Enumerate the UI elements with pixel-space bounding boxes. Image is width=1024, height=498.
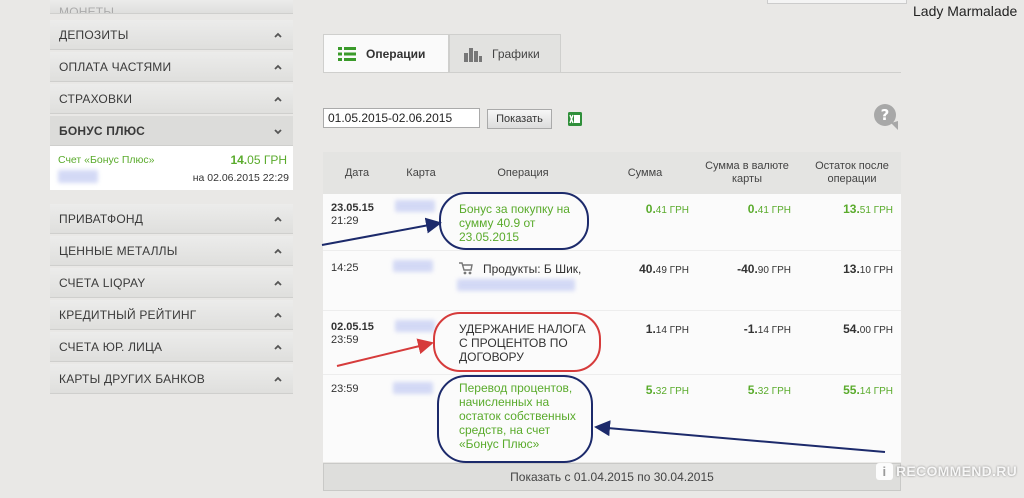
- row-sum: 1.14 ГРН: [645, 322, 689, 336]
- chevron-up-icon: [274, 248, 282, 254]
- column-header-sum: Сумма: [627, 167, 663, 179]
- tabs-divider: [323, 72, 901, 73]
- shopping-cart-icon: [459, 262, 473, 275]
- sidebar-item-label: ДЕПОЗИТЫ: [59, 27, 129, 42]
- operation-description: УДЕРЖАНИЕ НАЛОГА С ПРОЦЕНТОВ ПО ДОГОВОРУ: [459, 322, 586, 364]
- sidebar-item-label: ПРИВАТФОНД: [59, 211, 144, 226]
- sidebar-item-credit-rating[interactable]: КРЕДИТНЫЙ РЕЙТИНГ: [50, 300, 293, 330]
- username[interactable]: Lady Marmalade: [913, 3, 1017, 19]
- sidebar-item-label: КРЕДИТНЫЙ РЕЙТИНГ: [59, 307, 197, 322]
- row-balance: 55.14 ГРН: [843, 383, 893, 397]
- row-divider: [323, 374, 901, 375]
- sidebar-item-label: ЦЕННЫЕ МЕТАЛЛЫ: [59, 243, 178, 258]
- row-sum-card-currency: 0.41 ГРН: [747, 202, 791, 216]
- sidebar-item-legal-entity[interactable]: СЧЕТА ЮР. ЛИЦА: [50, 332, 293, 362]
- row-time: 14:25: [331, 262, 359, 274]
- row-sum-card-currency: -1.14 ГРН: [743, 322, 791, 336]
- sidebar-item-insurance[interactable]: СТРАХОВКИ: [50, 84, 293, 114]
- row-sum: 0.41 ГРН: [645, 202, 689, 216]
- bar-chart-icon: [464, 48, 482, 62]
- row-balance: 54.00 ГРН: [843, 322, 893, 336]
- chevron-up-icon: [274, 32, 282, 38]
- sidebar-item-label: ОПЛАТА ЧАСТЯМИ: [59, 59, 172, 74]
- chevron-down-icon: [274, 128, 282, 134]
- date-range-input[interactable]: 01.05.2015-02.06.2015: [323, 108, 480, 128]
- list-icon: [338, 47, 356, 61]
- column-header-operation: Операция: [497, 167, 549, 179]
- sidebar-item-liqpay[interactable]: СЧЕТА LIQPAY: [50, 268, 293, 298]
- chevron-up-icon: [274, 280, 282, 286]
- tab-label: Операции: [366, 47, 426, 61]
- sidebar-item-other-bank-cards[interactable]: КАРТЫ ДРУГИХ БАНКОВ: [50, 364, 293, 394]
- redacted-merchant-details: [457, 279, 575, 291]
- chevron-up-icon: [274, 96, 282, 102]
- row-balance: 13.51 ГРН: [843, 202, 893, 216]
- show-button[interactable]: Показать: [487, 109, 552, 129]
- redacted-card-number: [395, 320, 435, 332]
- sidebar: МОНЕТЫ ДЕПОЗИТЫ ОПЛАТА ЧАСТЯМИ СТРАХОВКИ…: [50, 0, 293, 396]
- column-header-card: Карта: [406, 167, 436, 179]
- watermark-text: RECOMMEND.RU: [896, 463, 1018, 479]
- operation-description: Перевод процентов, начисленных на остато…: [459, 381, 576, 451]
- row-divider: [323, 310, 901, 311]
- sidebar-item-label: БОНУС ПЛЮС: [59, 123, 146, 138]
- sidebar-item-bonus-plus[interactable]: БОНУС ПЛЮС: [50, 116, 293, 146]
- sidebar-item-label: СЧЕТА ЮР. ЛИЦА: [59, 339, 163, 354]
- show-previous-period-button[interactable]: Показать с 01.04.2015 по 30.04.2015: [323, 463, 901, 491]
- sidebar-item-privatfond[interactable]: ПРИВАТФОНД: [50, 204, 293, 234]
- operations-table: Дата Карта Операция Сумма Сумма в валюте…: [323, 152, 901, 462]
- excel-export-icon[interactable]: [567, 111, 583, 127]
- bonus-account-amount: 14.05 ГРН: [230, 153, 287, 167]
- row-balance: 13.10 ГРН: [843, 262, 893, 276]
- row-time: 23:59: [331, 334, 359, 346]
- operation-description: Бонус за покупку на сумму 40.9 от 23.05.…: [459, 202, 570, 244]
- row-date: 23.05.15: [331, 202, 374, 214]
- redacted-card-number: [393, 260, 433, 272]
- sidebar-item-label: СЧЕТА LIQPAY: [59, 275, 146, 290]
- column-header-sum-card-currency: Сумма в валюте карты: [705, 160, 789, 185]
- operation-description: Продукты: Б Шик,: [483, 262, 582, 276]
- bonus-account-link[interactable]: Счет «Бонус Плюс»: [58, 154, 154, 166]
- bonus-account-date: на 02.06.2015 22:29: [192, 172, 289, 184]
- sidebar-item-label: МОНЕТЫ: [59, 5, 115, 14]
- sidebar-item-coins[interactable]: МОНЕТЫ: [50, 0, 293, 14]
- row-time: 23:59: [331, 383, 359, 395]
- column-header-balance-after: Остаток после операции: [815, 160, 889, 185]
- sidebar-item-precious-metals[interactable]: ЦЕННЫЕ МЕТАЛЛЫ: [50, 236, 293, 266]
- svg-text:?: ?: [881, 106, 890, 124]
- row-divider: [323, 250, 901, 251]
- chevron-up-icon: [274, 312, 282, 318]
- help-icon[interactable]: ?: [873, 103, 899, 131]
- tab-charts[interactable]: Графики: [449, 34, 561, 73]
- chevron-up-icon: [274, 376, 282, 382]
- sidebar-item-deposits[interactable]: ДЕПОЗИТЫ: [50, 20, 293, 50]
- top-bar: [767, 0, 907, 4]
- column-header-date: Дата: [344, 167, 370, 179]
- table-header: Дата Карта Операция Сумма Сумма в валюте…: [323, 152, 901, 194]
- redacted-card-number: [393, 382, 433, 394]
- row-sum: 5.32 ГРН: [645, 383, 689, 397]
- bonus-account-panel[interactable]: Счет «Бонус Плюс» 14.05 ГРН на 02.06.201…: [50, 146, 293, 190]
- chevron-up-icon: [274, 216, 282, 222]
- redacted-account-number: [58, 170, 98, 183]
- sidebar-item-label: СТРАХОВКИ: [59, 91, 133, 106]
- row-sum-card-currency: 5.32 ГРН: [747, 383, 791, 397]
- chevron-up-icon: [274, 344, 282, 350]
- row-date: 02.05.15: [331, 321, 374, 333]
- redacted-card-number: [395, 200, 435, 212]
- sidebar-item-installments[interactable]: ОПЛАТА ЧАСТЯМИ: [50, 52, 293, 82]
- row-time: 21:29: [331, 215, 359, 227]
- watermark: i RECOMMEND.RU: [876, 463, 1017, 480]
- sidebar-item-label: КАРТЫ ДРУГИХ БАНКОВ: [59, 371, 205, 386]
- view-tabs: Операции Графики: [323, 34, 561, 73]
- tab-operations[interactable]: Операции: [323, 34, 449, 73]
- tab-label: Графики: [492, 47, 540, 61]
- row-sum-card-currency: -40.90 ГРН: [737, 262, 791, 276]
- info-icon: i: [876, 463, 893, 480]
- row-sum: 40.49 ГРН: [639, 262, 689, 276]
- chevron-up-icon: [274, 64, 282, 70]
